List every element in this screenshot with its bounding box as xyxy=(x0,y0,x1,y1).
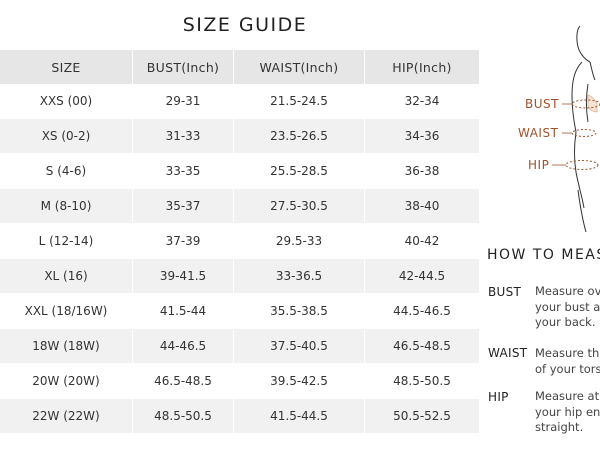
waist-cell: 23.5-26.5 xyxy=(234,119,365,154)
size-cell: S (4-6) xyxy=(0,154,133,189)
size-cell: XXS (00) xyxy=(0,84,133,119)
column-header-hip: HIP(Inch) xyxy=(365,50,480,84)
figure-label-waist: WAIST xyxy=(518,126,559,140)
hip-cell: 40-42 xyxy=(365,224,480,259)
figure-label-hip: HIP xyxy=(528,158,550,172)
column-header-size: SIZE xyxy=(0,50,133,84)
table-body: XXS (00) 29-31 21.5-24.5 32-34 XS (0-2) … xyxy=(0,84,480,434)
bust-cell: 31-33 xyxy=(133,119,234,154)
bust-cell: 48.5-50.5 xyxy=(133,399,234,434)
column-header-waist: WAIST(Inch) xyxy=(234,50,365,84)
hip-cell: 38-40 xyxy=(365,189,480,224)
how-term-bust: BUST xyxy=(488,285,522,299)
how-desc-line: your back. xyxy=(535,315,596,329)
waist-cell: 37.5-40.5 xyxy=(234,329,365,364)
size-cell: 22W (22W) xyxy=(0,399,133,434)
table-row: 18W (18W) 44-46.5 37.5-40.5 46.5-48.5 xyxy=(0,329,480,364)
how-desc-hip: Measure at your hip en straight. xyxy=(535,389,600,436)
how-desc-line: your hip en xyxy=(535,404,600,419)
size-table: SIZE BUST(Inch) WAIST(Inch) HIP(Inch) XX… xyxy=(0,50,480,434)
hip-cell: 42-44.5 xyxy=(365,259,480,294)
how-desc-line: Measure th xyxy=(535,346,600,360)
page-title: SIZE GUIDE xyxy=(182,14,308,36)
hip-cell: 50.5-52.5 xyxy=(365,399,480,434)
bust-cell: 44-46.5 xyxy=(133,329,234,364)
size-cell: 20W (20W) xyxy=(0,364,133,399)
bust-cell: 33-35 xyxy=(133,154,234,189)
how-desc-bust: Measure ove your bust an your back. xyxy=(535,284,600,331)
how-desc-line: your bust an xyxy=(535,299,600,314)
table-row: M (8-10) 35-37 27.5-30.5 38-40 xyxy=(0,189,480,224)
how-term-hip: HIP xyxy=(488,390,509,404)
table-row: S (4-6) 33-35 25.5-28.5 36-38 xyxy=(0,154,480,189)
table-row: XS (0-2) 31-33 23.5-26.5 34-36 xyxy=(0,119,480,154)
waist-cell: 35.5-38.5 xyxy=(234,294,365,329)
how-desc-line: of your tors xyxy=(535,361,600,376)
body-outline-icon xyxy=(552,25,600,233)
how-desc-line: Measure at xyxy=(535,389,600,403)
waist-cell: 25.5-28.5 xyxy=(234,154,365,189)
waist-cell: 41.5-44.5 xyxy=(234,399,365,434)
table-row: 20W (20W) 46.5-48.5 39.5-42.5 48.5-50.5 xyxy=(0,364,480,399)
waist-cell: 21.5-24.5 xyxy=(234,84,365,119)
table-header-row: SIZE BUST(Inch) WAIST(Inch) HIP(Inch) xyxy=(0,50,480,84)
how-desc-line: Measure ove xyxy=(535,284,600,298)
waist-cell: 33-36.5 xyxy=(234,259,365,294)
size-cell: 18W (18W) xyxy=(0,329,133,364)
bust-cell: 41.5-44 xyxy=(133,294,234,329)
figure-label-bust: BUST xyxy=(525,97,559,111)
hip-cell: 36-38 xyxy=(365,154,480,189)
size-cell: L (12-14) xyxy=(0,224,133,259)
size-cell: XXL (18/16W) xyxy=(0,294,133,329)
size-cell: M (8-10) xyxy=(0,189,133,224)
size-cell: XS (0-2) xyxy=(0,119,133,154)
bust-cell: 46.5-48.5 xyxy=(133,364,234,399)
how-to-measure-title: HOW TO MEAS xyxy=(487,247,600,263)
size-cell: XL (16) xyxy=(0,259,133,294)
waist-cell: 27.5-30.5 xyxy=(234,189,365,224)
how-term-waist: WAIST xyxy=(488,346,528,360)
table-row: XXS (00) 29-31 21.5-24.5 32-34 xyxy=(0,84,480,119)
how-desc-line: straight. xyxy=(535,420,584,434)
body-figure-illustration xyxy=(500,0,600,235)
hip-cell: 32-34 xyxy=(365,84,480,119)
bust-cell: 29-31 xyxy=(133,84,234,119)
table-row: XL (16) 39-41.5 33-36.5 42-44.5 xyxy=(0,259,480,294)
table-row: 22W (22W) 48.5-50.5 41.5-44.5 50.5-52.5 xyxy=(0,399,480,434)
table-row: XXL (18/16W) 41.5-44 35.5-38.5 44.5-46.5 xyxy=(0,294,480,329)
hip-cell: 44.5-46.5 xyxy=(365,294,480,329)
hip-cell: 34-36 xyxy=(365,119,480,154)
column-header-bust: BUST(Inch) xyxy=(133,50,234,84)
bust-cell: 39-41.5 xyxy=(133,259,234,294)
hip-cell: 48.5-50.5 xyxy=(365,364,480,399)
hip-cell: 46.5-48.5 xyxy=(365,329,480,364)
table-row: L (12-14) 37-39 29.5-33 40-42 xyxy=(0,224,480,259)
bust-cell: 37-39 xyxy=(133,224,234,259)
bust-cell: 35-37 xyxy=(133,189,234,224)
waist-cell: 39.5-42.5 xyxy=(234,364,365,399)
waist-cell: 29.5-33 xyxy=(234,224,365,259)
how-desc-waist: Measure th of your tors xyxy=(535,346,600,377)
